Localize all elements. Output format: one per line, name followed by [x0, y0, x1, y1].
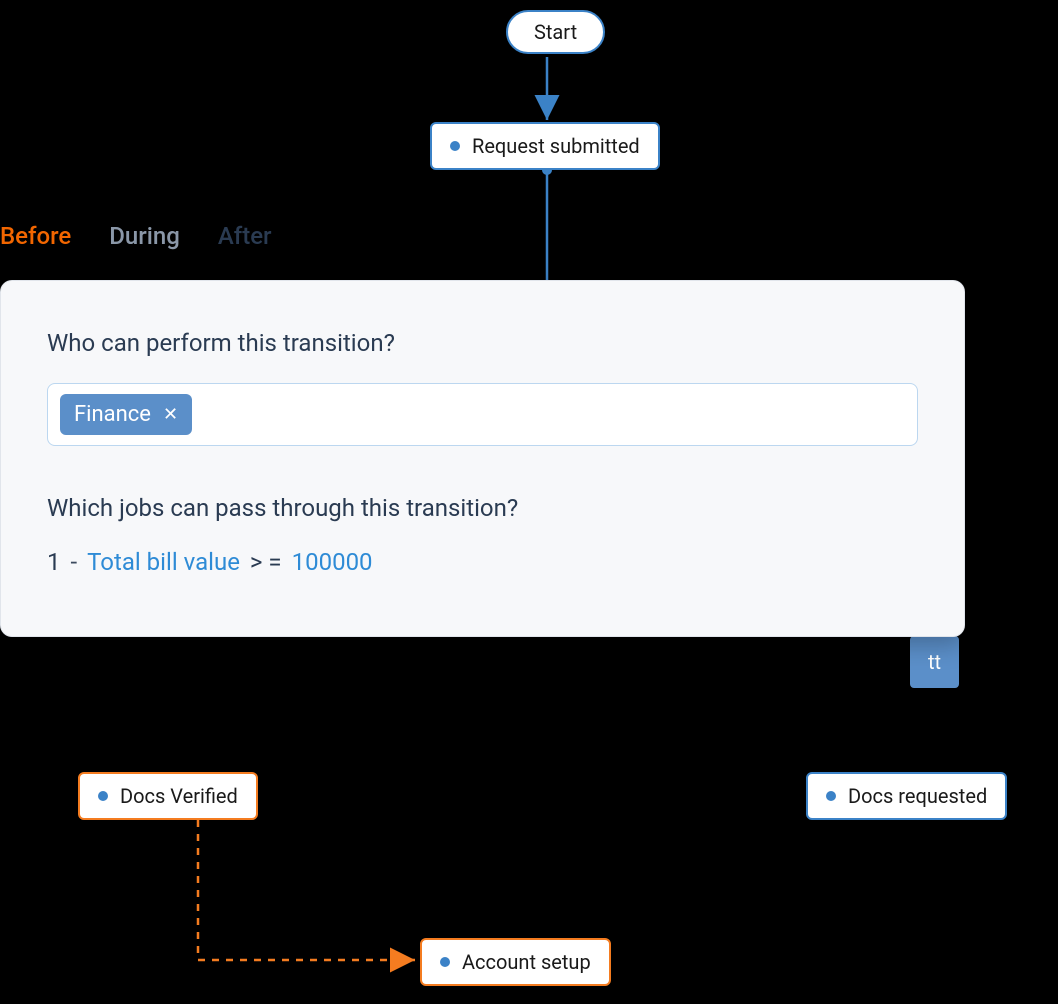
node-docs-requested-label: Docs requested: [848, 784, 987, 808]
condition-rule-1[interactable]: 1 - Total bill value > = 100000: [47, 548, 918, 576]
status-dot-icon: [98, 791, 108, 801]
node-docs-verified-label: Docs Verified: [120, 784, 238, 808]
panel-question-jobs: Which jobs can pass through this transit…: [47, 494, 918, 522]
rule-operator: > =: [250, 548, 282, 576]
partial-button[interactable]: tt: [910, 636, 959, 688]
node-docs-verified[interactable]: Docs Verified: [78, 772, 258, 820]
tag-finance[interactable]: Finance ✕: [60, 394, 192, 435]
tab-after[interactable]: After: [218, 222, 272, 250]
tag-remove-icon[interactable]: ✕: [163, 404, 178, 425]
rule-field[interactable]: Total bill value: [87, 548, 240, 576]
node-request-submitted[interactable]: Request submitted: [430, 122, 660, 170]
status-dot-icon: [826, 791, 836, 801]
tag-label: Finance: [74, 402, 151, 427]
node-start-label: Start: [534, 20, 577, 44]
rule-value[interactable]: 100000: [292, 548, 373, 576]
partial-button-text: tt: [928, 650, 941, 674]
node-account-setup[interactable]: Account setup: [420, 938, 611, 986]
panel-question-who: Who can perform this transition?: [47, 329, 918, 357]
who-tag-input[interactable]: Finance ✕: [47, 383, 918, 446]
node-request-submitted-label: Request submitted: [472, 134, 640, 158]
node-start[interactable]: Start: [506, 10, 605, 54]
node-docs-requested[interactable]: Docs requested: [806, 772, 1007, 820]
status-dot-icon: [450, 141, 460, 151]
status-dot-icon: [440, 957, 450, 967]
node-account-setup-label: Account setup: [462, 950, 591, 974]
transition-tabs: Before During After: [0, 222, 272, 250]
rule-index: 1: [47, 548, 61, 576]
rule-dash: -: [71, 548, 78, 576]
tab-during[interactable]: During: [109, 222, 180, 250]
transition-config-panel: Who can perform this transition? Finance…: [0, 280, 965, 637]
tab-before[interactable]: Before: [0, 222, 71, 250]
